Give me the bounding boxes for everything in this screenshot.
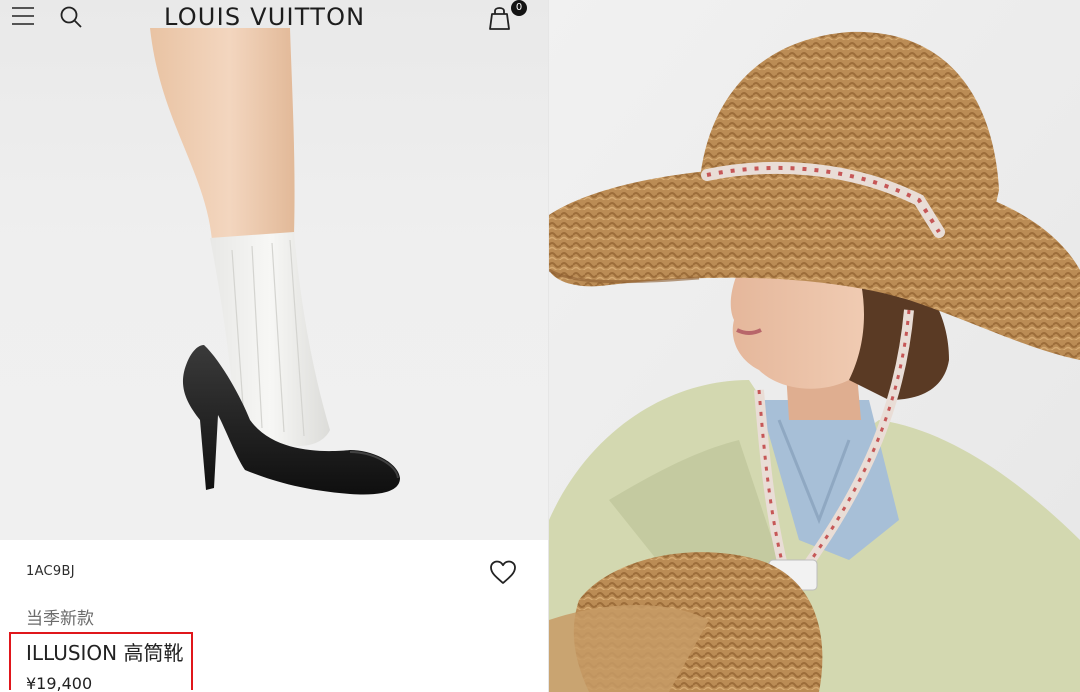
product-sku: 1AC9BJ	[26, 564, 75, 579]
product-image-boot[interactable]	[0, 0, 549, 540]
red-highlight-box	[9, 632, 193, 690]
straw-hat-photo	[549, 0, 1080, 692]
bag-count-badge: 0	[511, 0, 527, 16]
menu-icon	[12, 7, 34, 25]
hat-photo-panel	[549, 0, 1080, 692]
search-button[interactable]	[59, 5, 83, 29]
product-info: 1AC9BJ 当季新款 ILLUSION 高筒靴 ¥19,400	[0, 540, 549, 692]
season-tag: 当季新款	[26, 609, 94, 629]
add-to-wishlist-button[interactable]	[488, 558, 518, 586]
menu-button[interactable]	[11, 6, 35, 26]
top-navigation-bar: LOUIS VUITTON 0	[0, 0, 549, 34]
search-icon	[60, 6, 82, 28]
product-hero	[0, 0, 549, 540]
heart-icon	[490, 560, 516, 584]
brand-logo[interactable]: LOUIS VUITTON	[164, 1, 365, 33]
product-page-panel: LOUIS VUITTON 0 1AC9BJ 当季新款 ILLUSION 高筒靴…	[0, 0, 549, 692]
